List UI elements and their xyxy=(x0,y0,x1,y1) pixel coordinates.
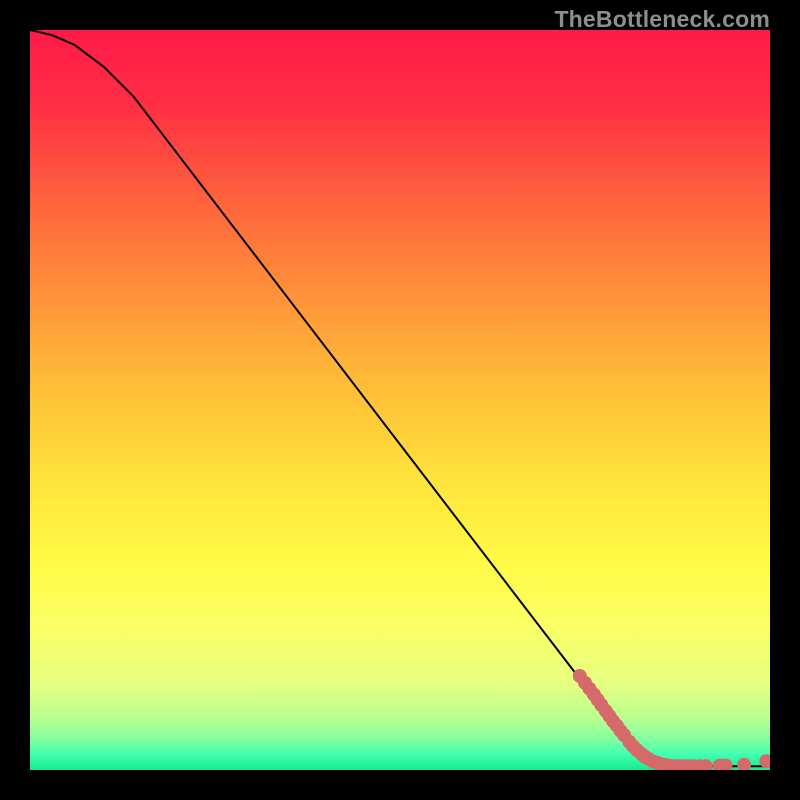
gradient-background xyxy=(30,30,770,770)
watermark-text: TheBottleneck.com xyxy=(554,6,770,33)
chart-plot xyxy=(30,30,770,770)
